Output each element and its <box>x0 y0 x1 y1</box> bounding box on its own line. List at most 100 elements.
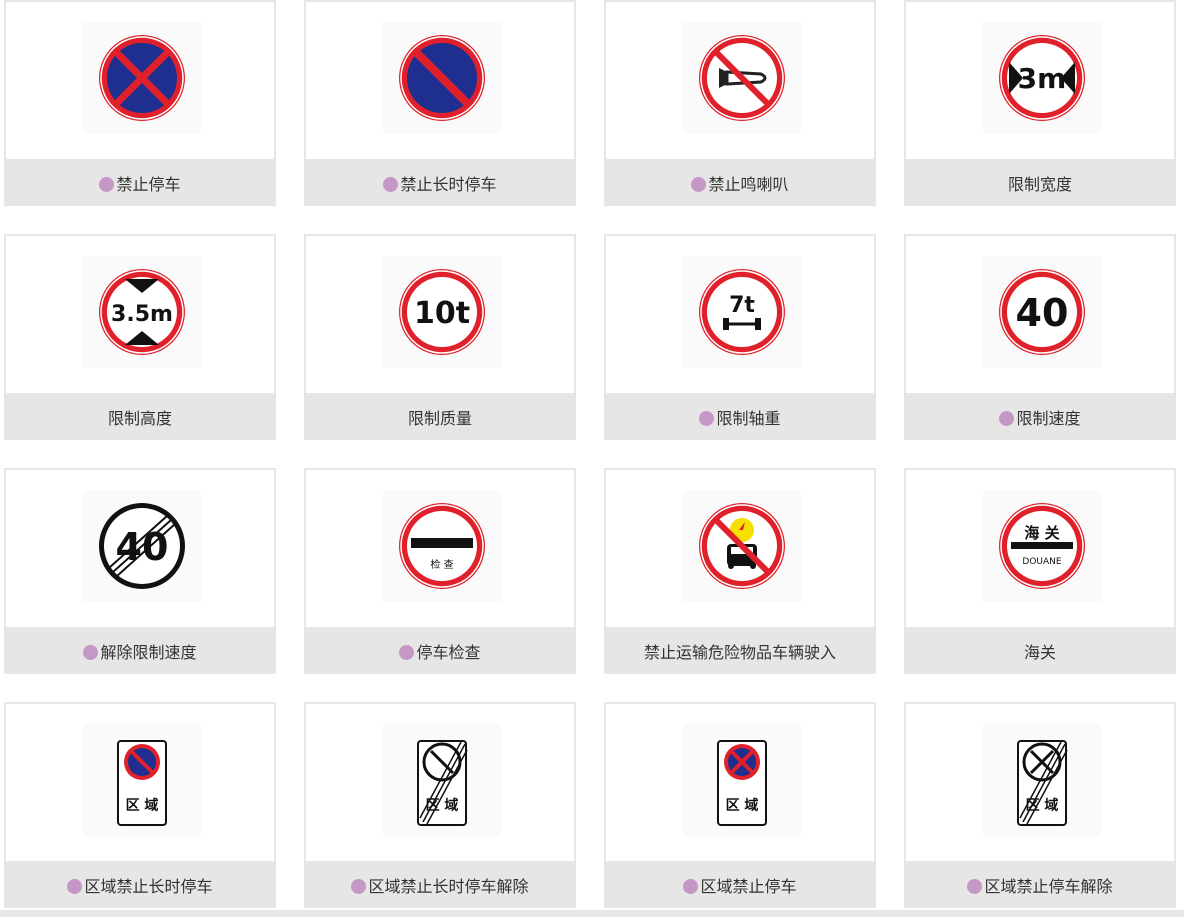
speed-limit-sign-icon: 40 <box>983 256 1101 368</box>
sign-caption[interactable]: 禁止停车 <box>6 159 274 206</box>
sign-image[interactable]: 海 关 DOUANE <box>906 470 1174 627</box>
bullet-dot-icon <box>83 645 99 660</box>
bullet-dot-icon <box>683 879 699 894</box>
sign-image[interactable]: 40 <box>906 236 1174 393</box>
sign-card-zone-no-parking[interactable]: 区 域区域禁止停车 <box>604 702 876 908</box>
bullet-dot-icon <box>351 879 367 894</box>
no-long-parking-sign-icon <box>383 22 501 134</box>
sign-label: 区域禁止长时停车 <box>84 876 213 896</box>
sign-card-height-limit[interactable]: 3.5m 限制高度 <box>4 234 276 440</box>
sign-card-zone-no-parking-end[interactable]: 区 域区域禁止停车解除 <box>904 702 1176 908</box>
sign-caption[interactable]: 禁止鸣喇叭 <box>606 159 874 206</box>
mass-limit-sign-icon: 10t <box>383 256 501 368</box>
end-zone-no-parking-sign-icon: 区 域 <box>983 724 1101 836</box>
sign-caption[interactable]: 限制质量 <box>306 393 574 440</box>
bullet-dot-icon <box>99 177 115 192</box>
sign-card-mass-limit[interactable]: 10t 限制质量 <box>304 234 576 440</box>
sign-image[interactable]: 3.5m <box>6 236 274 393</box>
svg-text:区 域: 区 域 <box>126 797 159 814</box>
no-horn-sign-icon <box>683 22 801 134</box>
sign-label: 限制轴重 <box>716 408 781 428</box>
sign-caption[interactable]: 限制高度 <box>6 393 274 440</box>
sign-label: 禁止停车 <box>116 174 181 194</box>
bullet-dot-icon <box>67 879 83 894</box>
sign-label: 解除限制速度 <box>100 642 197 662</box>
customs-sign-icon: 海 关 DOUANE <box>983 490 1101 602</box>
sign-card-speed-limit-end[interactable]: 40 解除限制速度 <box>4 468 276 674</box>
sign-label: 限制速度 <box>1016 408 1081 428</box>
sign-image[interactable]: 区 域 <box>906 704 1174 861</box>
sign-label: 区域禁止停车 <box>700 876 797 896</box>
bullet-dot-icon <box>699 411 715 426</box>
sign-caption[interactable]: 区域禁止停车解除 <box>906 861 1174 908</box>
svg-text:3m: 3m <box>1018 62 1067 95</box>
sign-caption[interactable]: 解除限制速度 <box>6 627 274 674</box>
sign-image[interactable]: 3m <box>906 2 1174 159</box>
sign-caption[interactable]: 停车检查 <box>306 627 574 674</box>
end-zone-no-long-parking-sign-icon: 区 域 <box>383 724 501 836</box>
bullet-dot-icon <box>967 879 983 894</box>
sign-card-no-long-parking[interactable]: 禁止长时停车 <box>304 0 576 206</box>
sign-image[interactable]: 区 域 <box>6 704 274 861</box>
width-limit-sign-icon: 3m <box>983 22 1101 134</box>
sign-caption[interactable]: 区域禁止长时停车解除 <box>306 861 574 908</box>
zone-no-parking-sign-icon: 区 域 <box>683 724 801 836</box>
sign-label: 禁止鸣喇叭 <box>708 174 789 194</box>
sign-image[interactable]: 40 <box>6 470 274 627</box>
sign-caption[interactable]: 限制速度 <box>906 393 1174 440</box>
svg-text:区 域: 区 域 <box>726 797 759 814</box>
sign-label: 禁止运输危险物品车辆驶入 <box>643 642 836 662</box>
sign-card-customs[interactable]: 海 关 DOUANE 海关 <box>904 468 1176 674</box>
sign-caption[interactable]: 禁止长时停车 <box>306 159 574 206</box>
sign-image[interactable] <box>6 2 274 159</box>
sign-caption[interactable]: 区域禁止停车 <box>606 861 874 908</box>
bullet-dot-icon <box>999 411 1015 426</box>
svg-text:10t: 10t <box>414 296 470 331</box>
sign-card-no-parking[interactable]: 禁止停车 <box>4 0 276 206</box>
sign-image[interactable]: 区 域 <box>306 704 574 861</box>
no-hazardous-vehicles-sign-icon <box>683 490 801 602</box>
sign-label: 海关 <box>1023 642 1056 662</box>
svg-text:3.5m: 3.5m <box>111 302 173 327</box>
bullet-dot-icon <box>691 177 707 192</box>
svg-text:海 关: 海 关 <box>1024 524 1059 542</box>
no-parking-sign-icon <box>83 22 201 134</box>
sign-label: 停车检查 <box>416 642 481 662</box>
svg-text:检 查: 检 查 <box>430 558 453 571</box>
stop-for-inspection-sign-icon: 检 查 <box>383 490 501 602</box>
sign-caption[interactable]: 区域禁止长时停车 <box>6 861 274 908</box>
svg-text:7t: 7t <box>729 293 755 318</box>
sign-card-zone-no-long-parking-end[interactable]: 区 域区域禁止长时停车解除 <box>304 702 576 908</box>
sign-caption[interactable]: 限制宽度 <box>906 159 1174 206</box>
sign-image[interactable]: 7t <box>606 236 874 393</box>
sign-card-width-limit[interactable]: 3m 限制宽度 <box>904 0 1176 206</box>
bullet-dot-icon <box>383 177 399 192</box>
sign-card-stop-check[interactable]: 检 查停车检查 <box>304 468 576 674</box>
bullet-dot-icon <box>399 645 415 660</box>
sign-caption[interactable]: 海关 <box>906 627 1174 674</box>
sign-card-zone-no-long-parking[interactable]: 区 域区域禁止长时停车 <box>4 702 276 908</box>
sign-image[interactable]: 检 查 <box>306 470 574 627</box>
sign-caption[interactable]: 限制轴重 <box>606 393 874 440</box>
sign-image[interactable]: 区 域 <box>606 704 874 861</box>
sign-image[interactable] <box>606 2 874 159</box>
zone-no-long-parking-sign-icon: 区 域 <box>83 724 201 836</box>
height-limit-sign-icon: 3.5m <box>83 256 201 368</box>
sign-label: 限制质量 <box>407 408 472 428</box>
sign-label: 限制高度 <box>107 408 172 428</box>
sign-image[interactable]: 10t <box>306 236 574 393</box>
svg-text:40: 40 <box>1016 291 1069 335</box>
sign-card-speed-limit[interactable]: 40 限制速度 <box>904 234 1176 440</box>
sign-label: 区域禁止停车解除 <box>984 876 1113 896</box>
end-speed-limit-sign-icon: 40 <box>83 490 201 602</box>
sign-card-no-horn[interactable]: 禁止鸣喇叭 <box>604 0 876 206</box>
svg-text:DOUANE: DOUANE <box>1022 557 1061 567</box>
axle-load-limit-sign-icon: 7t <box>683 256 801 368</box>
bottom-strip <box>0 910 1184 917</box>
sign-label: 区域禁止长时停车解除 <box>368 876 529 896</box>
sign-card-no-hazmat[interactable]: 禁止运输危险物品车辆驶入 <box>604 468 876 674</box>
sign-image[interactable] <box>306 2 574 159</box>
sign-image[interactable] <box>606 470 874 627</box>
sign-caption[interactable]: 禁止运输危险物品车辆驶入 <box>606 627 874 674</box>
sign-card-axle-limit[interactable]: 7t 限制轴重 <box>604 234 876 440</box>
